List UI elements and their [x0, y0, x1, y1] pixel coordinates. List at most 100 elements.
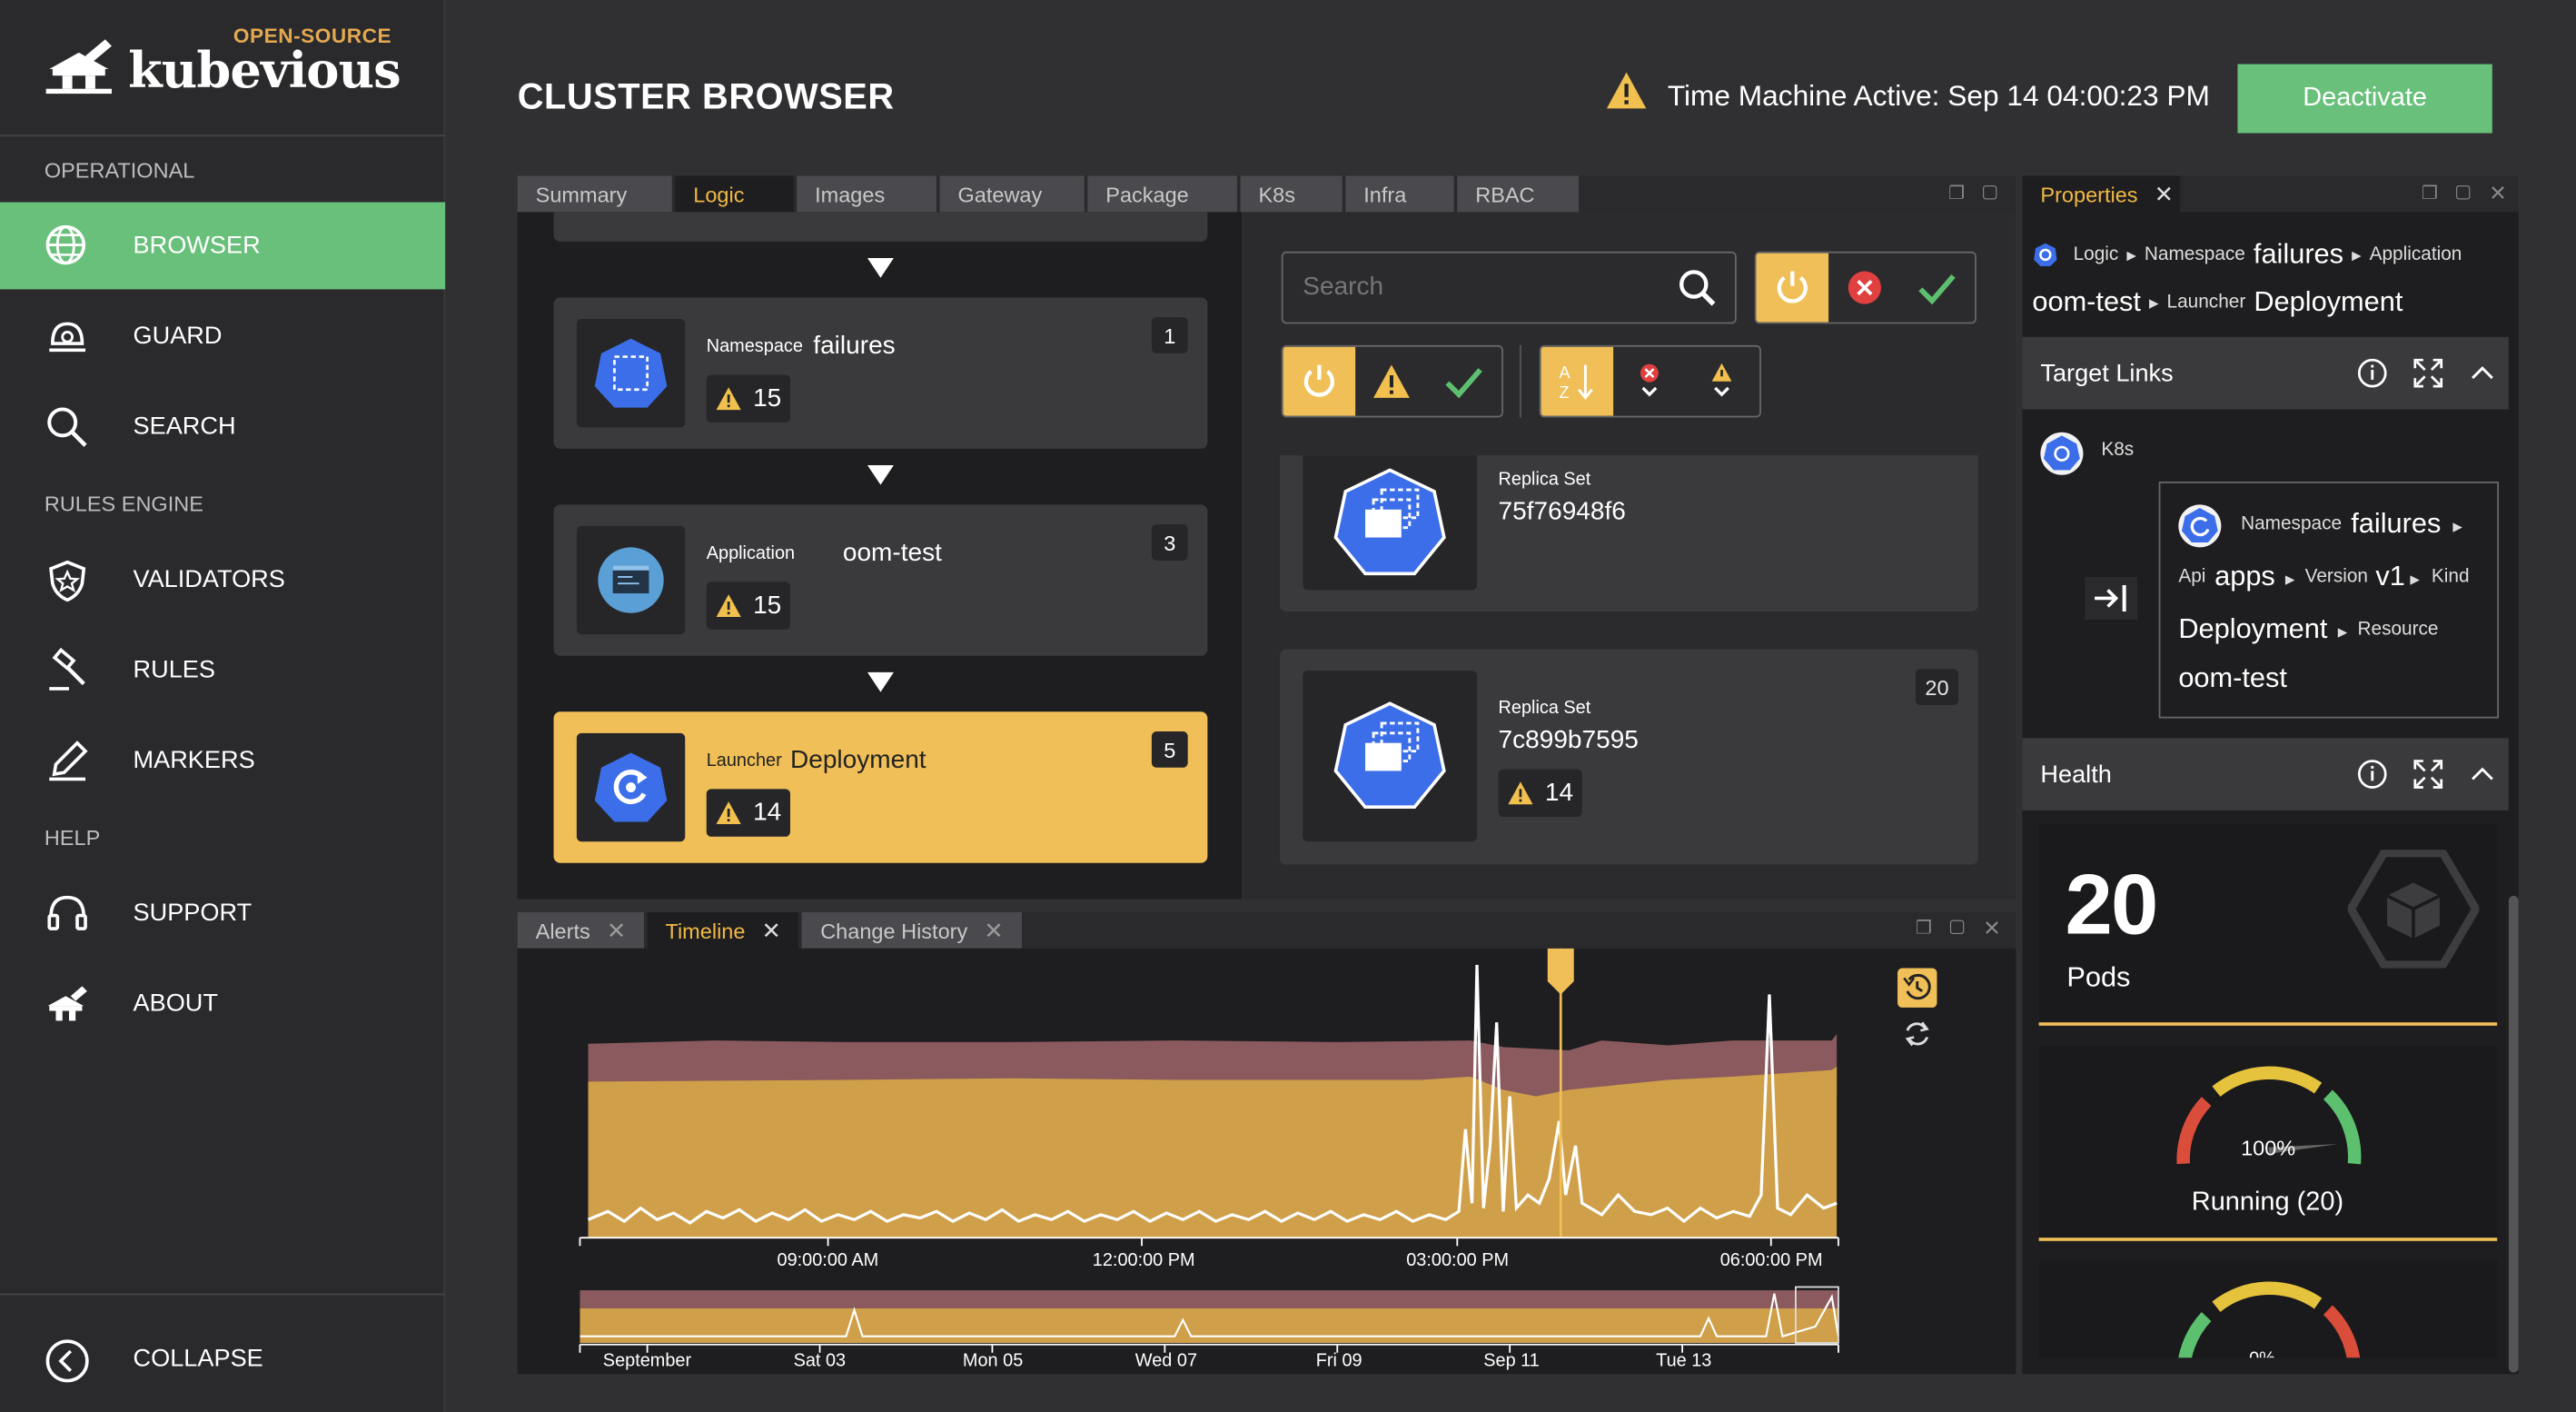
- power-toggle-button[interactable]: [1756, 253, 1829, 323]
- maximize-window-icon[interactable]: ▢: [1981, 181, 1998, 203]
- svg-text:Z: Z: [1559, 383, 1569, 402]
- warning-count: 15: [753, 591, 782, 620]
- restore-window-icon[interactable]: ❐: [2422, 183, 2438, 204]
- close-icon[interactable]: ✕: [607, 917, 626, 945]
- tab-infra[interactable]: Infra: [1345, 175, 1454, 213]
- deployment-icon: [2178, 504, 2222, 548]
- sidebar-item-guard[interactable]: GUARD: [0, 293, 445, 380]
- warning-badge[interactable]: 15: [706, 374, 790, 423]
- breadcrumb-name: Deployment: [2254, 285, 2403, 318]
- severity-filter-group: [1281, 344, 1503, 418]
- logic-card-application[interactable]: Application oom-test 15 3: [553, 504, 1208, 656]
- sort-az-button[interactable]: AZ: [1541, 346, 1614, 416]
- timeline-chart: [579, 948, 1840, 1353]
- tab-images[interactable]: Images: [797, 175, 936, 213]
- deactivate-button[interactable]: Deactivate: [2237, 64, 2492, 134]
- history-button[interactable]: [1897, 968, 1937, 1008]
- target-link-card[interactable]: Namespace failures ▸ Api apps ▸ Version …: [2158, 482, 2500, 719]
- sidebar-item-validators[interactable]: VALIDATORS: [0, 536, 445, 623]
- chevron-up-icon[interactable]: [2466, 758, 2499, 791]
- sidebar-item-browser[interactable]: BROWSER: [0, 202, 446, 290]
- close-icon[interactable]: ✕: [984, 917, 1003, 945]
- sort-errors-button[interactable]: [1613, 347, 1686, 416]
- gavel-icon: [49, 647, 85, 691]
- warning-count: 14: [1544, 778, 1574, 807]
- brand-logo[interactable]: OPEN-SOURCE kubevious: [0, 0, 446, 137]
- tab-alerts[interactable]: Alerts ✕: [517, 911, 644, 949]
- search-icon[interactable]: [1678, 268, 1717, 307]
- warning-badge[interactable]: 14: [1498, 769, 1582, 818]
- tab-package[interactable]: Package: [1087, 175, 1237, 213]
- sort-warnings-button[interactable]: [1686, 347, 1759, 416]
- power-toggle-button[interactable]: [1283, 346, 1356, 416]
- close-icon[interactable]: ✕: [2155, 180, 2174, 208]
- down-arrow-icon: [867, 258, 894, 278]
- collapse-label: COLLAPSE: [133, 1344, 263, 1373]
- close-window-icon[interactable]: ✕: [1983, 916, 2001, 942]
- k8s-label: K8s: [2101, 440, 2135, 461]
- time-cursor-handle[interactable]: [1547, 948, 1574, 995]
- ref-kind: Deployment: [2178, 612, 2328, 645]
- tab-k8s[interactable]: K8s: [1240, 175, 1342, 213]
- success-filter-button[interactable]: [1901, 254, 1974, 323]
- headset-icon: [47, 895, 87, 930]
- expand-icon[interactable]: [2412, 357, 2444, 390]
- target-links-header[interactable]: Target Links: [2022, 336, 2509, 410]
- collapse-button[interactable]: COLLAPSE: [0, 1293, 446, 1412]
- maximize-window-icon[interactable]: ▢: [2454, 181, 2472, 203]
- warning-badge[interactable]: 14: [706, 789, 790, 837]
- tab-logic[interactable]: Logic: [675, 175, 794, 213]
- expand-icon[interactable]: [2412, 758, 2444, 791]
- link-target-button[interactable]: [2085, 576, 2138, 620]
- error-filter-button[interactable]: [1828, 254, 1901, 323]
- pods-stat-card: 20 Pods: [2038, 823, 2498, 1026]
- sort-alpha-icon: AZ: [1559, 363, 1593, 402]
- replicaset-card[interactable]: Replica Set 7c899b7595 14 20: [1279, 649, 1978, 865]
- sidebar-item-rules[interactable]: RULES: [0, 626, 445, 713]
- properties-panel: Logic ▸ Namespace failures ▸ Application…: [2022, 212, 2519, 1375]
- close-icon[interactable]: ✕: [762, 917, 781, 945]
- sidebar-item-support[interactable]: SUPPORT: [0, 870, 445, 957]
- success-filter-button[interactable]: [1428, 347, 1501, 416]
- tab-gateway[interactable]: Gateway: [939, 175, 1085, 213]
- svg-text:A: A: [1559, 363, 1570, 382]
- pod-cube-icon: [2347, 850, 2480, 969]
- tab-summary[interactable]: Summary: [517, 175, 672, 213]
- info-icon[interactable]: [2356, 357, 2389, 390]
- tab-rbac[interactable]: RBAC: [1457, 175, 1580, 213]
- replicaset-card[interactable]: Replica Set 75f76948f6: [1279, 455, 1978, 612]
- warning-badge[interactable]: 15: [706, 582, 790, 630]
- health-header[interactable]: Health: [2022, 738, 2509, 810]
- sort-warning-icon: [1711, 363, 1732, 397]
- logic-card-launcher[interactable]: Launcher Deployment 14 5: [553, 711, 1208, 863]
- ref-ns-label: Namespace: [2241, 514, 2343, 534]
- bottom-tabbar: Alerts ✕ Timeline ✕ Change History ✕: [517, 911, 2016, 949]
- refresh-icon[interactable]: [1902, 1019, 1932, 1049]
- tab-timeline[interactable]: Timeline ✕: [647, 911, 799, 949]
- properties-scrollbar[interactable]: [2508, 895, 2519, 1373]
- check-icon: [1445, 368, 1482, 399]
- close-window-icon[interactable]: ✕: [2489, 181, 2507, 207]
- search-icon: [47, 407, 87, 447]
- logic-card-namespace[interactable]: Namespace failures 15 1: [553, 297, 1208, 449]
- tab-change-history[interactable]: Change History ✕: [802, 911, 1022, 949]
- timeline-panel[interactable]: 09:00:00 AM 12:00:00 PM 03:00:00 PM 06:0…: [517, 948, 2016, 1375]
- warning-filter-button[interactable]: [1355, 347, 1428, 416]
- pods-label: Pods: [2066, 961, 2131, 993]
- sidebar-item-about[interactable]: ABOUT: [0, 960, 445, 1047]
- tab-label: Properties: [2040, 181, 2138, 207]
- restore-window-icon[interactable]: ❐: [1916, 917, 1932, 939]
- card-name: 7c899b7595: [1498, 726, 1639, 755]
- second-gauge: [2178, 1281, 2361, 1358]
- sidebar-item-search[interactable]: SEARCH: [0, 383, 445, 470]
- info-icon[interactable]: [2356, 758, 2389, 791]
- down-arrow-icon: [867, 671, 894, 692]
- tab-properties[interactable]: Properties ✕: [2022, 175, 2181, 213]
- maximize-window-icon[interactable]: ▢: [1948, 916, 1966, 937]
- search-input[interactable]: [1281, 251, 1737, 324]
- ref-version-label: Version: [2304, 567, 2368, 587]
- restore-window-icon[interactable]: ❐: [1948, 183, 1965, 204]
- chevron-left-circle-icon: [45, 1339, 89, 1383]
- sidebar-item-markers[interactable]: MARKERS: [0, 717, 445, 804]
- chevron-up-icon[interactable]: [2466, 357, 2499, 390]
